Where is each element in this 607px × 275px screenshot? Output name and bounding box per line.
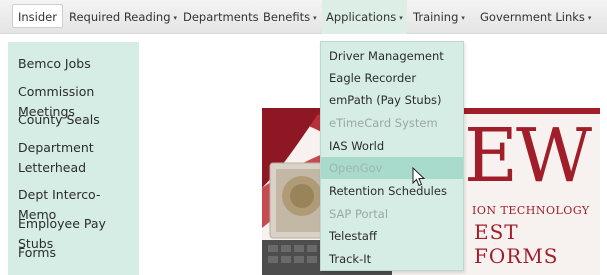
menu-item-telestaff[interactable]: Telestaff bbox=[321, 225, 463, 247]
menu-item-etimecard[interactable]: eTimeCard System bbox=[321, 112, 463, 134]
sidebar-item-department-letterhead[interactable]: Department Letterhead bbox=[18, 138, 138, 178]
menu-item-ias-world[interactable]: IAS World bbox=[321, 135, 463, 157]
nav-required-reading[interactable]: Required Reading ▾ bbox=[69, 0, 177, 34]
nav-benefits-label: Benefits bbox=[263, 10, 311, 24]
chevron-down-icon: ▾ bbox=[399, 14, 403, 22]
menu-item-eagle-recorder[interactable]: Eagle Recorder bbox=[321, 67, 463, 89]
nav-applications-label: Applications bbox=[326, 10, 397, 24]
mouse-pointer-icon bbox=[412, 167, 426, 187]
nav-government-links-label: Government Links bbox=[480, 10, 585, 24]
nav-government-links[interactable]: Government Links ▾ bbox=[480, 0, 591, 34]
nav-insider-label: Insider bbox=[18, 10, 57, 24]
chevron-down-icon: ▾ bbox=[587, 14, 592, 22]
sidebar-item-bemco-jobs[interactable]: Bemco Jobs bbox=[18, 54, 138, 74]
chevron-down-icon: ▾ bbox=[461, 14, 465, 22]
sidebar-item-county-seals[interactable]: County Seals bbox=[18, 110, 138, 130]
banner-line-2: EST FORMS bbox=[474, 220, 559, 268]
nav-departments[interactable]: Departments bbox=[183, 0, 259, 34]
chevron-down-icon: ▾ bbox=[313, 14, 317, 22]
banner-big-text: EW bbox=[464, 113, 592, 199]
nav-applications[interactable]: Applications ▾ bbox=[322, 0, 407, 34]
quick-links-sidebar: Bemco Jobs Commission Meetings County Se… bbox=[8, 42, 139, 275]
top-navigation: Insider Required Reading ▾ Departments Be… bbox=[0, 0, 607, 34]
menu-item-empath[interactable]: emPath (Pay Stubs) bbox=[321, 89, 463, 111]
nav-departments-label: Departments bbox=[183, 10, 259, 24]
nav-insider[interactable]: Insider bbox=[12, 4, 63, 28]
nav-training[interactable]: Training ▾ bbox=[413, 0, 465, 34]
menu-item-track-it[interactable]: Track-It bbox=[321, 248, 463, 270]
menu-item-retention-schedules[interactable]: Retention Schedules bbox=[321, 180, 463, 202]
chevron-down-icon: ▾ bbox=[173, 14, 178, 22]
intranet-page: Insider Required Reading ▾ Departments Be… bbox=[0, 0, 607, 275]
nav-required-reading-label: Required Reading bbox=[69, 10, 171, 24]
banner-line-1: ION TECHNOLOGY bbox=[472, 204, 590, 217]
menu-item-opengov[interactable]: OpenGov bbox=[321, 157, 463, 179]
menu-item-sap-portal[interactable]: SAP Portal bbox=[321, 203, 463, 225]
sidebar-item-forms[interactable]: Forms bbox=[18, 243, 138, 263]
nav-benefits[interactable]: Benefits ▾ bbox=[263, 0, 317, 34]
nav-training-label: Training bbox=[413, 10, 459, 24]
applications-dropdown: Driver Management Eagle Recorder emPath … bbox=[320, 41, 464, 271]
menu-item-driver-management[interactable]: Driver Management bbox=[321, 45, 463, 67]
